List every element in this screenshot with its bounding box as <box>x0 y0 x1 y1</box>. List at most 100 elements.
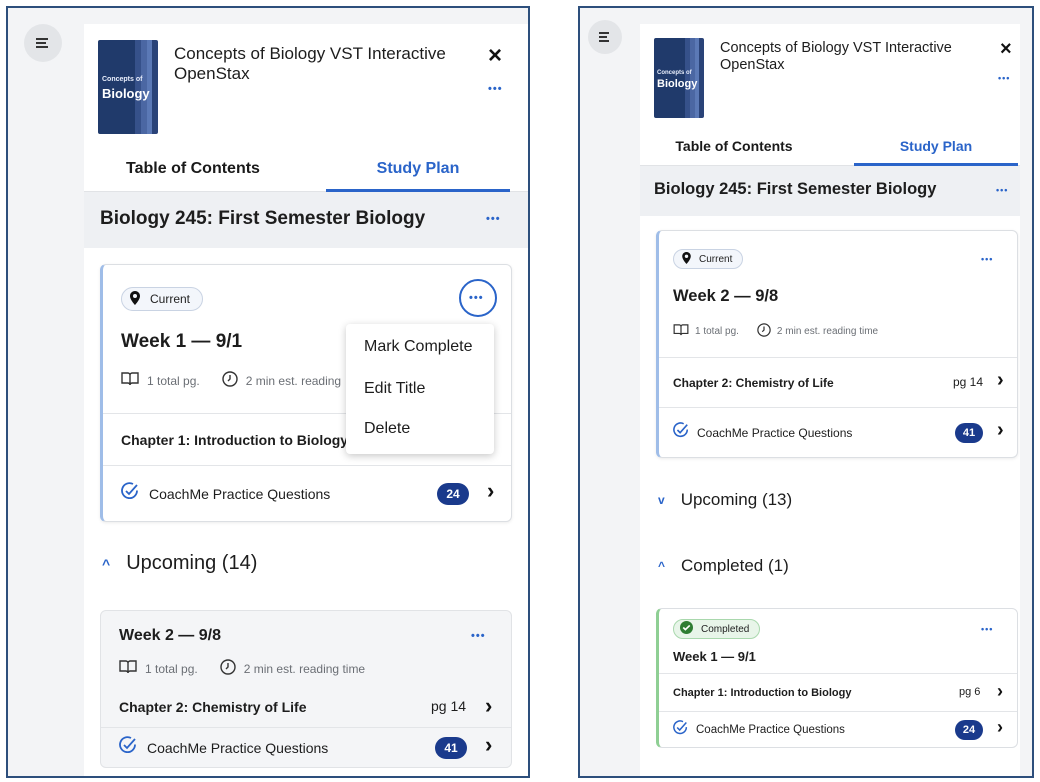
menu-item-edit-title[interactable]: Edit Title <box>364 380 425 398</box>
clock-icon <box>220 659 236 678</box>
current-week-card: Current ••• Week 2 — 9/8 1 total pg. 2 m… <box>656 230 1018 458</box>
menu-button[interactable] <box>24 24 62 62</box>
map-pin-icon <box>682 251 691 267</box>
card-more-icon[interactable]: ••• <box>981 255 993 264</box>
close-icon[interactable]: × <box>1000 38 1012 61</box>
chapter-row[interactable]: Chapter 1: Introduction to Biology pg 6 … <box>659 673 1017 711</box>
chapter-page: pg 6 <box>959 686 981 698</box>
coachme-label: CoachMe Practice Questions <box>696 723 845 736</box>
coachme-row[interactable]: CoachMe Practice Questions 41 › <box>101 727 511 767</box>
check-circle-icon <box>119 736 137 759</box>
chapter-title: Chapter 2: Chemistry of Life <box>673 375 834 390</box>
book-cover: Concepts of Biology <box>98 40 158 134</box>
coachme-count-badge: 41 <box>435 737 467 759</box>
map-pin-icon <box>130 290 140 308</box>
cover-small-text: Concepts of <box>102 76 143 83</box>
chevron-right-icon[interactable]: › <box>997 681 1003 702</box>
menu-icon <box>599 32 611 42</box>
book-title-line2: OpenStax <box>720 57 785 74</box>
week-meta: 1 total pg. 2 min est. reading <box>121 371 341 390</box>
cover-big-text: Biology <box>102 86 150 101</box>
week-meta: 1 total pg. 2 min est. reading time <box>673 323 878 340</box>
chevron-right-icon[interactable]: › <box>997 369 1004 392</box>
book-title-line1: Concepts of Biology VST Interactive <box>174 44 446 63</box>
check-circle-icon <box>673 719 688 740</box>
menu-icon <box>36 37 50 49</box>
chapter-row[interactable]: Chapter 2: Chemistry of Life pg 14 › <box>101 687 511 727</box>
book-title-line2: OpenStax <box>174 64 250 84</box>
plan-title: Biology 245: First Semester Biology <box>654 180 937 198</box>
check-circle-icon <box>121 482 139 505</box>
book-more-icon[interactable]: ••• <box>488 84 503 95</box>
upcoming-week-card: Week 2 — 9/8 ••• 1 total pg. 2 min est. … <box>100 610 512 768</box>
chevron-right-icon[interactable]: › <box>485 732 492 758</box>
book-icon <box>119 660 137 677</box>
menu-item-delete[interactable]: Delete <box>364 420 410 438</box>
card-more-icon[interactable]: ••• <box>469 293 484 304</box>
coachme-row[interactable]: CoachMe Practice Questions 24 › <box>659 711 1017 747</box>
card-more-icon[interactable]: ••• <box>981 625 993 634</box>
status-badge-label: Current <box>150 292 191 306</box>
reading-time: 2 min est. reading <box>245 373 342 388</box>
plan-title: Biology 245: First Semester Biology <box>100 208 426 229</box>
tab-table-of-contents[interactable]: Table of Contents <box>654 138 814 154</box>
week-title: Week 2 — 9/8 <box>673 287 779 305</box>
clock-icon <box>757 323 771 340</box>
chapter-page: pg 14 <box>953 375 984 389</box>
status-badge-current: Current <box>673 249 744 269</box>
book-cover: Concepts of Biology <box>654 38 704 118</box>
upcoming-label: Upcoming (14) <box>126 552 258 574</box>
chevron-down-icon: v <box>658 493 665 507</box>
week-title: Week 1 — 9/1 <box>121 331 243 352</box>
coachme-label: CoachMe Practice Questions <box>147 739 329 756</box>
chevron-right-icon[interactable]: › <box>487 478 494 504</box>
page-count: 1 total pg. <box>145 661 198 676</box>
chapter-page: pg 14 <box>431 698 467 714</box>
coachme-row[interactable]: CoachMe Practice Questions 41 › <box>659 407 1017 457</box>
reading-time: 2 min est. reading time <box>776 326 879 337</box>
coachme-row[interactable]: CoachMe Practice Questions 24 › <box>103 465 511 521</box>
coachme-count-badge: 24 <box>955 720 983 740</box>
coachme-label: CoachMe Practice Questions <box>697 425 853 440</box>
status-badge-label: Current <box>699 253 733 265</box>
cover-big-text: Biology <box>657 78 698 90</box>
check-circle-icon <box>673 422 689 443</box>
week-meta: 1 total pg. 2 min est. reading time <box>119 659 365 678</box>
chapter-title: Chapter 1: Introduction to Biology <box>121 431 349 448</box>
book-title-line1: Concepts of Biology VST Interactive <box>720 40 952 56</box>
chapter-title: Chapter 2: Chemistry of Life <box>119 699 307 715</box>
book-more-icon[interactable]: ••• <box>998 74 1010 83</box>
book-icon <box>121 372 139 389</box>
week-title: Week 2 — 9/8 <box>119 627 221 644</box>
coachme-label: CoachMe Practice Questions <box>149 485 331 502</box>
tab-study-plan[interactable]: Study Plan <box>854 138 1018 154</box>
tab-bar: Table of Contents Study Plan <box>84 152 528 192</box>
close-icon[interactable]: × <box>488 42 502 70</box>
menu-button[interactable] <box>588 20 622 54</box>
menu-item-mark-complete[interactable]: Mark Complete <box>364 338 472 356</box>
chevron-up-icon: ^ <box>658 559 666 573</box>
coachme-count-badge: 41 <box>955 423 983 443</box>
cover-small-text: Concepts of <box>657 70 692 76</box>
chevron-right-icon[interactable]: › <box>485 693 492 719</box>
chapter-row[interactable]: Chapter 2: Chemistry of Life pg 14 › <box>659 357 1017 407</box>
completed-label: Completed (1) <box>681 556 789 575</box>
tab-table-of-contents[interactable]: Table of Contents <box>104 160 282 178</box>
completed-week-card: Completed ••• Week 1 — 9/1 Chapter 1: In… <box>656 608 1018 748</box>
plan-more-icon[interactable]: ••• <box>996 186 1008 195</box>
card-more-icon[interactable]: ••• <box>471 631 486 642</box>
study-plan-panel: Concepts of Biology Concepts of Biology … <box>640 24 1020 776</box>
tab-bar: Table of Contents Study Plan <box>640 132 1020 166</box>
chapter-title: Chapter 1: Introduction to Biology <box>673 686 852 699</box>
tab-study-plan[interactable]: Study Plan <box>326 160 510 178</box>
screenshot-right: Concepts of Biology Concepts of Biology … <box>578 6 1034 778</box>
upcoming-section-header[interactable]: v Upcoming (13) <box>658 490 792 510</box>
completed-section-header[interactable]: ^ Completed (1) <box>658 556 789 576</box>
chevron-right-icon[interactable]: › <box>997 419 1004 442</box>
upcoming-section-header[interactable]: ^ Upcoming (14) <box>102 552 257 575</box>
chevron-right-icon[interactable]: › <box>997 717 1003 738</box>
book-icon <box>673 324 689 339</box>
study-plan-panel: Concepts of Biology Concepts of Biology … <box>84 24 528 776</box>
plan-more-icon[interactable]: ••• <box>486 214 501 225</box>
coachme-count-badge: 24 <box>437 483 469 505</box>
